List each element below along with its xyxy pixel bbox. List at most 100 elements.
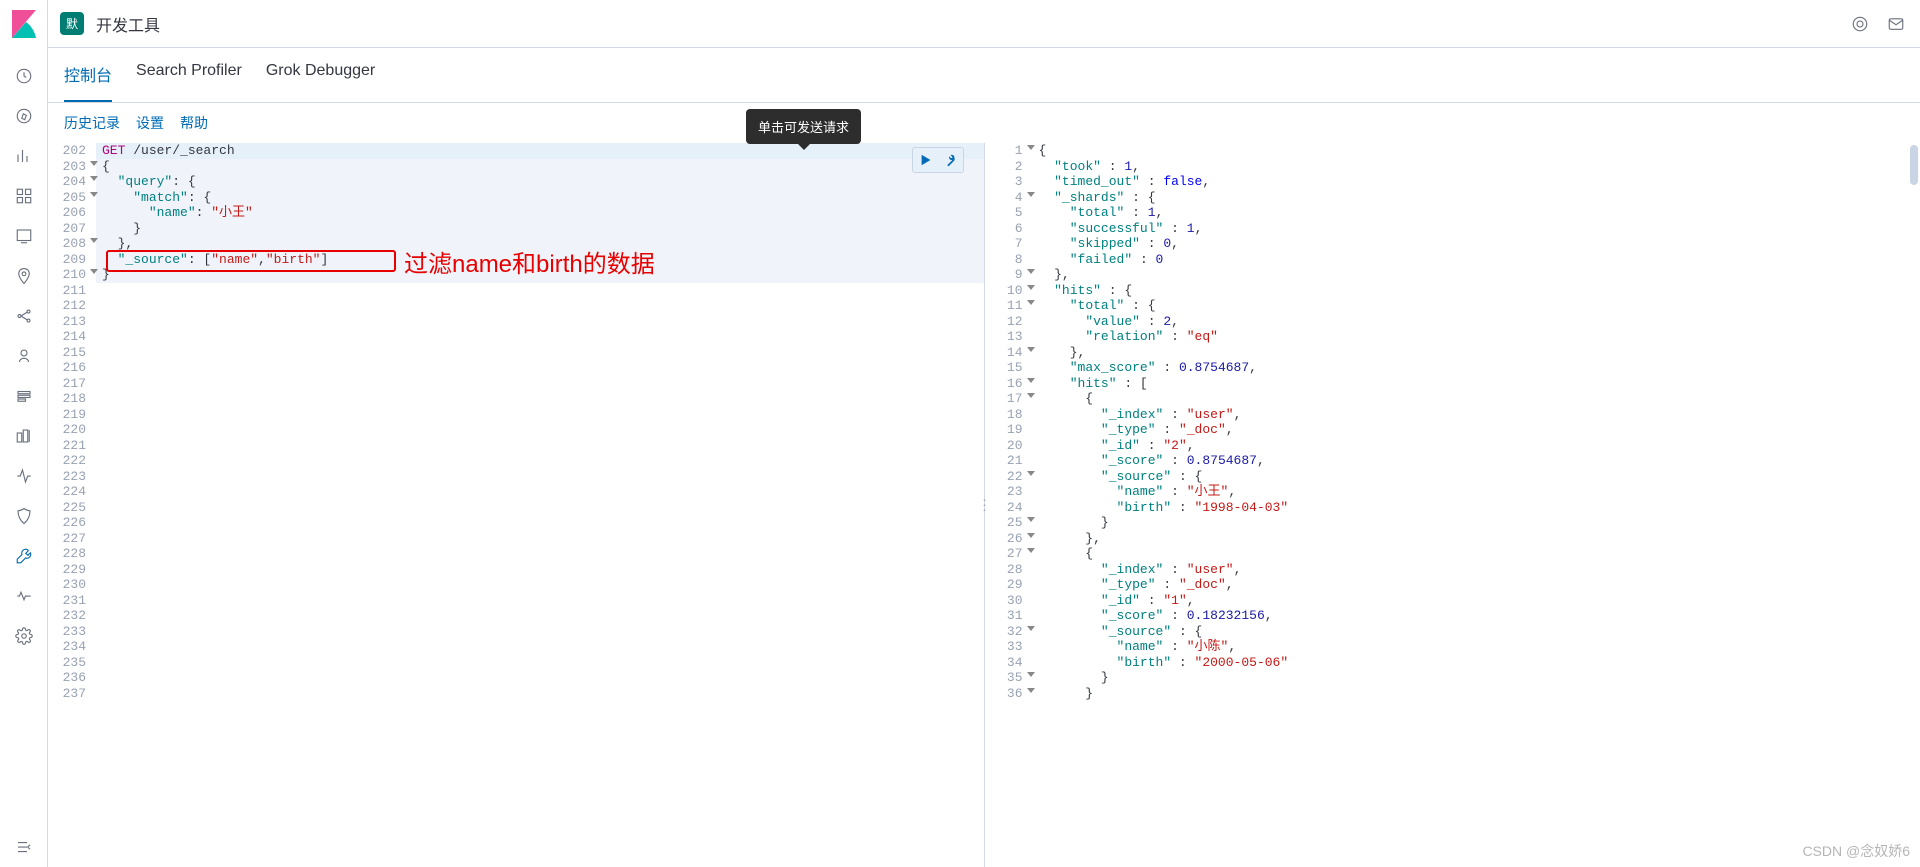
editor-line[interactable]: 214	[48, 329, 984, 345]
nav-collapse-icon[interactable]	[8, 831, 40, 863]
response-line[interactable]: 32 "_source" : {	[985, 624, 1920, 640]
help-link[interactable]: 帮助	[180, 113, 208, 133]
editor-line[interactable]: 210}	[48, 267, 984, 283]
editor-line[interactable]: 207 }	[48, 221, 984, 237]
response-line[interactable]: 29 "_type" : "_doc",	[985, 577, 1920, 593]
editor-line[interactable]: 203{	[48, 159, 984, 175]
nav-dashboard-icon[interactable]	[8, 180, 40, 212]
editor-line[interactable]: 209 "_source": ["name","birth"]	[48, 252, 984, 268]
response-line[interactable]: 26 },	[985, 531, 1920, 547]
response-line[interactable]: 18 "_index" : "user",	[985, 407, 1920, 423]
editor-line[interactable]: 217	[48, 376, 984, 392]
mail-icon[interactable]	[1884, 12, 1908, 36]
response-line[interactable]: 1{	[985, 143, 1920, 159]
response-line[interactable]: 28 "_index" : "user",	[985, 562, 1920, 578]
response-line[interactable]: 17 {	[985, 391, 1920, 407]
response-line[interactable]: 36 }	[985, 686, 1920, 702]
nav-discover-icon[interactable]	[8, 100, 40, 132]
editor-line[interactable]: 212	[48, 298, 984, 314]
editor-line[interactable]: 228	[48, 546, 984, 562]
response-line[interactable]: 23 "name" : "小王",	[985, 484, 1920, 500]
nav-metrics-icon[interactable]	[8, 340, 40, 372]
response-line[interactable]: 3 "timed_out" : false,	[985, 174, 1920, 190]
response-line[interactable]: 30 "_id" : "1",	[985, 593, 1920, 609]
response-line[interactable]: 35 }	[985, 670, 1920, 686]
editor-line[interactable]: 216	[48, 360, 984, 376]
response-line[interactable]: 25 }	[985, 515, 1920, 531]
editor-line[interactable]: 215	[48, 345, 984, 361]
nav-monitoring-icon[interactable]	[8, 580, 40, 612]
response-line[interactable]: 11 "total" : {	[985, 298, 1920, 314]
editor-line[interactable]: 234	[48, 639, 984, 655]
response-line[interactable]: 24 "birth" : "1998-04-03"	[985, 500, 1920, 516]
response-line[interactable]: 8 "failed" : 0	[985, 252, 1920, 268]
editor-line[interactable]: 218	[48, 391, 984, 407]
response-line[interactable]: 19 "_type" : "_doc",	[985, 422, 1920, 438]
response-line[interactable]: 12 "value" : 2,	[985, 314, 1920, 330]
space-badge[interactable]: 默	[60, 12, 84, 35]
editor-line[interactable]: 224	[48, 484, 984, 500]
editor-line[interactable]: 219	[48, 407, 984, 423]
editor-line[interactable]: 208 },	[48, 236, 984, 252]
editor-line[interactable]: 205 "match": {	[48, 190, 984, 206]
editor-line[interactable]: 211	[48, 283, 984, 299]
response-line[interactable]: 33 "name" : "小陈",	[985, 639, 1920, 655]
nav-siem-icon[interactable]	[8, 500, 40, 532]
response-line[interactable]: 5 "total" : 1,	[985, 205, 1920, 221]
response-viewer[interactable]: 1{2 "took" : 1,3 "timed_out" : false,4 "…	[985, 143, 1920, 867]
editor-line[interactable]: 202GET /user/_search	[48, 143, 984, 159]
nav-canvas-icon[interactable]	[8, 220, 40, 252]
response-line[interactable]: 15 "max_score" : 0.8754687,	[985, 360, 1920, 376]
response-line[interactable]: 13 "relation" : "eq"	[985, 329, 1920, 345]
nav-apm-icon[interactable]	[8, 420, 40, 452]
editor-line[interactable]: 220	[48, 422, 984, 438]
editor-line[interactable]: 231	[48, 593, 984, 609]
response-line[interactable]: 21 "_score" : 0.8754687,	[985, 453, 1920, 469]
editor-line[interactable]: 233	[48, 624, 984, 640]
request-options-button[interactable]	[939, 150, 961, 170]
nav-devtools-icon[interactable]	[8, 540, 40, 572]
kibana-logo[interactable]	[8, 8, 40, 40]
editor-line[interactable]: 223	[48, 469, 984, 485]
nav-ml-icon[interactable]	[8, 300, 40, 332]
tab-console[interactable]: 控制台	[64, 48, 112, 102]
newsfeed-icon[interactable]	[1848, 12, 1872, 36]
history-link[interactable]: 历史记录	[64, 113, 120, 133]
tab-grok-debugger[interactable]: Grok Debugger	[266, 48, 375, 102]
request-editor[interactable]: 202GET /user/_search203{204 "query": {20…	[48, 143, 984, 867]
editor-line[interactable]: 204 "query": {	[48, 174, 984, 190]
response-line[interactable]: 14 },	[985, 345, 1920, 361]
send-request-button[interactable]	[915, 150, 937, 170]
editor-line[interactable]: 230	[48, 577, 984, 593]
response-line[interactable]: 10 "hits" : {	[985, 283, 1920, 299]
nav-visualize-icon[interactable]	[8, 140, 40, 172]
response-line[interactable]: 31 "_score" : 0.18232156,	[985, 608, 1920, 624]
response-line[interactable]: 27 {	[985, 546, 1920, 562]
editor-line[interactable]: 227	[48, 531, 984, 547]
response-line[interactable]: 16 "hits" : [	[985, 376, 1920, 392]
nav-management-icon[interactable]	[8, 620, 40, 652]
nav-recent-icon[interactable]	[8, 60, 40, 92]
nav-maps-icon[interactable]	[8, 260, 40, 292]
response-line[interactable]: 20 "_id" : "2",	[985, 438, 1920, 454]
editor-line[interactable]: 226	[48, 515, 984, 531]
editor-line[interactable]: 222	[48, 453, 984, 469]
response-line[interactable]: 4 "_shards" : {	[985, 190, 1920, 206]
response-line[interactable]: 2 "took" : 1,	[985, 159, 1920, 175]
editor-line[interactable]: 213	[48, 314, 984, 330]
editor-line[interactable]: 229	[48, 562, 984, 578]
editor-line[interactable]: 221	[48, 438, 984, 454]
tab-search-profiler[interactable]: Search Profiler	[136, 48, 242, 102]
response-line[interactable]: 7 "skipped" : 0,	[985, 236, 1920, 252]
response-line[interactable]: 34 "birth" : "2000-05-06"	[985, 655, 1920, 671]
nav-uptime-icon[interactable]	[8, 460, 40, 492]
editor-line[interactable]: 236	[48, 670, 984, 686]
nav-logs-icon[interactable]	[8, 380, 40, 412]
editor-line[interactable]: 232	[48, 608, 984, 624]
settings-link[interactable]: 设置	[136, 113, 164, 133]
response-line[interactable]: 9 },	[985, 267, 1920, 283]
response-line[interactable]: 22 "_source" : {	[985, 469, 1920, 485]
editor-line[interactable]: 235	[48, 655, 984, 671]
response-line[interactable]: 6 "successful" : 1,	[985, 221, 1920, 237]
editor-line[interactable]: 237	[48, 686, 984, 702]
